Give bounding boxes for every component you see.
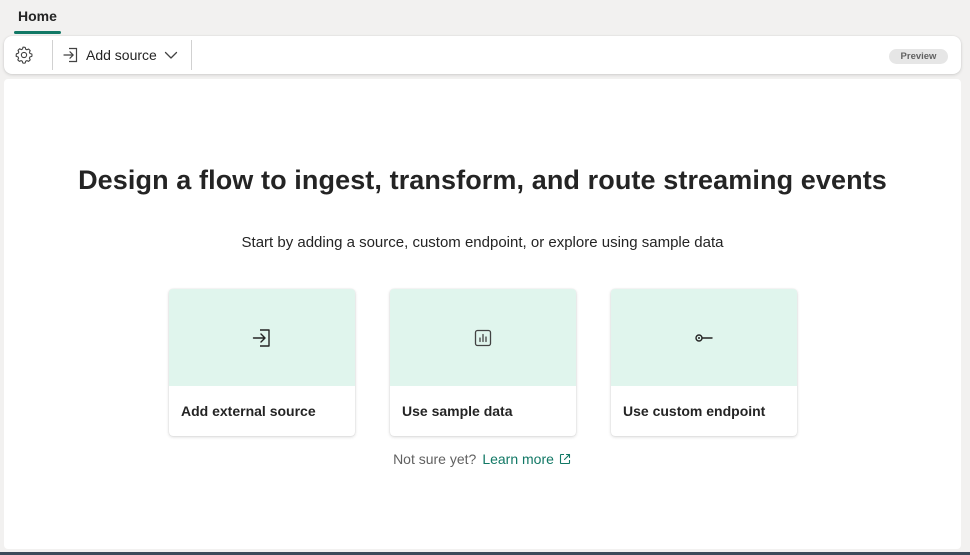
- add-source-label: Add source: [86, 47, 157, 63]
- settings-button[interactable]: [14, 45, 36, 65]
- not-sure-text: Not sure yet?: [393, 451, 477, 467]
- sign-in-arrow-icon: [252, 328, 270, 347]
- learn-more-link[interactable]: Learn more: [482, 451, 572, 467]
- card-label: Add external source: [181, 403, 316, 419]
- preview-badge: Preview: [889, 49, 948, 64]
- open-external-icon: [559, 453, 570, 465]
- chevron-down-icon: [164, 51, 177, 59]
- page-title: Design a flow to ingest, transform, and …: [78, 165, 887, 195]
- page-subtitle: Start by adding a source, custom endpoin…: [241, 234, 724, 251]
- card-header: [169, 289, 355, 386]
- learn-more-label: Learn more: [482, 451, 554, 467]
- use-sample-data-card[interactable]: Use sample data: [390, 289, 576, 436]
- add-external-source-card[interactable]: Add external source: [169, 289, 355, 436]
- tab-home[interactable]: Home: [12, 6, 63, 34]
- toolbar-divider: [191, 40, 192, 70]
- card-label: Use sample data: [402, 403, 513, 419]
- data-chart-icon: [474, 329, 492, 346]
- add-source-button[interactable]: Add source: [62, 45, 179, 65]
- learn-more-row: Not sure yet? Learn more: [4, 451, 961, 467]
- sign-in-arrow-icon: [63, 47, 78, 63]
- use-custom-endpoint-card[interactable]: Use custom endpoint: [611, 289, 797, 436]
- endpoint-plug-icon: [695, 333, 713, 342]
- card-label: Use custom endpoint: [623, 403, 766, 419]
- ribbon-tabbar: Home: [0, 0, 970, 34]
- main-canvas: Design a flow to ingest, transform, and …: [4, 79, 961, 549]
- card-header: [611, 289, 797, 386]
- gear-icon: [15, 46, 33, 64]
- toolbar: Add source Preview: [4, 36, 961, 74]
- toolbar-divider: [52, 40, 53, 70]
- card-header: [390, 289, 576, 386]
